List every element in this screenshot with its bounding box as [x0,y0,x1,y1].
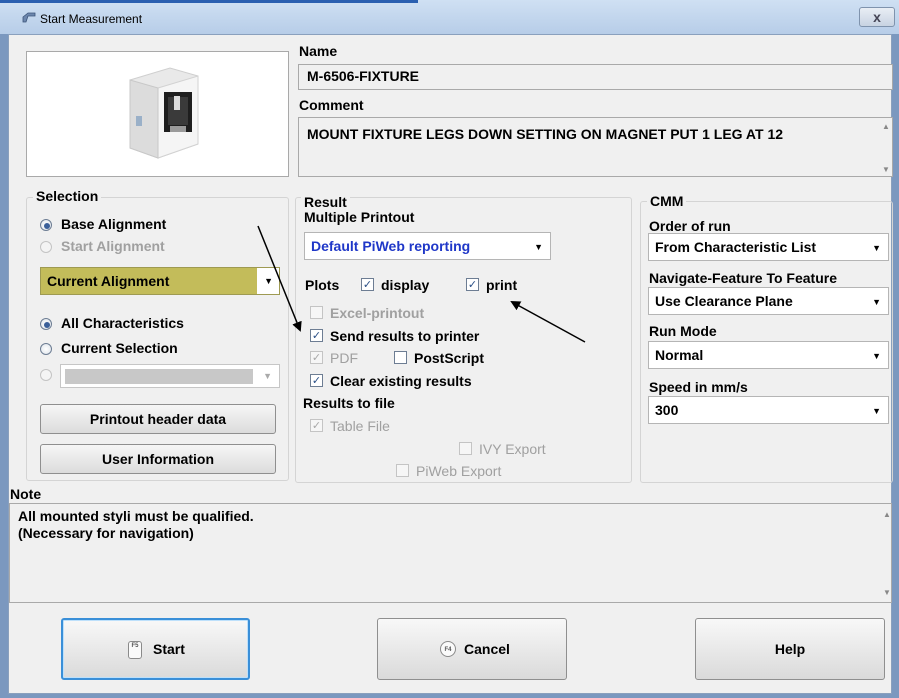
run-mode-value: Normal [655,347,704,363]
chevron-down-icon: ▼ [872,297,881,307]
cmm-title: CMM [647,193,687,209]
clear-results-label[interactable]: Clear existing results [330,373,472,389]
chevron-down-icon: ▼ [263,371,272,381]
ivy-export-checkbox[interactable] [459,442,472,455]
chevron-down-icon: ▼ [872,406,881,416]
chevron-down-icon: ▼ [872,243,881,253]
navigate-feature-value: Use Clearance Plane [655,293,793,309]
comment-text: MOUNT FIXTURE LEGS DOWN SETTING ON MAGNE… [307,126,784,142]
alignment-combo[interactable]: Current Alignment [40,267,280,295]
alignment-value: Current Alignment [47,273,170,289]
send-to-printer-checkbox[interactable]: ✓ [310,329,323,342]
order-of-run-value: From Characteristic List [655,239,817,255]
chevron-down-icon: ▼ [872,351,881,361]
cancel-label: Cancel [464,641,510,657]
send-to-printer-label[interactable]: Send results to printer [330,328,479,344]
run-mode-label: Run Mode [649,323,717,339]
note-field[interactable]: All mounted styli must be qualified. (Ne… [9,503,892,603]
multiple-printout-label: Multiple Printout [304,209,415,225]
comment-field[interactable]: MOUNT FIXTURE LEGS DOWN SETTING ON MAGNE… [298,117,893,177]
table-file-label[interactable]: Table File [330,418,390,434]
speed-value: 300 [655,402,679,418]
piweb-export-checkbox[interactable] [396,464,409,477]
clear-results-checkbox[interactable]: ✓ [310,374,323,387]
navigate-feature-combo[interactable]: Use Clearance Plane ▼ [648,287,889,315]
comment-scroll-up-icon[interactable]: ▲ [882,122,890,131]
start-label: Start [153,641,185,657]
speed-combo[interactable]: 300 ▼ [648,396,889,424]
user-information-button[interactable]: User Information [40,444,276,474]
speed-label: Speed in mm/s [649,379,748,395]
title-accent-line [0,0,418,3]
cmm-machine-icon [129,67,199,159]
piweb-export-label[interactable]: PiWeb Export [416,463,501,479]
print-label[interactable]: print [486,277,517,293]
order-of-run-label: Order of run [649,218,731,234]
start-alignment-label[interactable]: Start Alignment [61,238,165,254]
excel-printout-checkbox[interactable] [310,306,323,319]
all-characteristics-radio[interactable] [40,318,52,330]
note-label: Note [10,486,42,502]
help-button[interactable]: Help [695,618,885,680]
close-button[interactable]: x [859,7,895,27]
start-key-icon: F5 [128,641,142,659]
note-line-1: All mounted styli must be qualified. [18,508,254,524]
current-selection-radio[interactable] [40,343,52,355]
run-mode-combo[interactable]: Normal ▼ [648,341,889,369]
order-of-run-combo[interactable]: From Characteristic List ▼ [648,233,889,261]
current-selection-label[interactable]: Current Selection [61,340,178,356]
name-label: Name [299,43,338,59]
printout-header-button[interactable]: Printout header data [40,404,276,434]
table-file-checkbox[interactable]: ✓ [310,419,323,432]
pdf-label[interactable]: PDF [330,350,358,366]
chevron-down-icon: ▼ [534,242,543,252]
base-alignment-radio[interactable] [40,219,52,231]
all-characteristics-label[interactable]: All Characteristics [61,315,184,331]
display-label[interactable]: display [381,277,429,293]
multiple-printout-value: Default PiWeb reporting [311,238,471,254]
display-checkbox[interactable]: ✓ [361,278,374,291]
postscript-checkbox[interactable] [394,351,407,364]
help-label: Help [774,641,806,657]
plots-label: Plots [305,277,340,293]
app-icon [22,12,36,23]
print-checkbox[interactable]: ✓ [466,278,479,291]
alignment-combo-button[interactable]: ▼ [257,268,279,294]
chevron-down-icon: ▼ [264,276,273,286]
note-scroll-down-icon[interactable]: ▼ [883,588,891,597]
window-title: Start Measurement [40,12,143,26]
selection-title: Selection [33,188,102,204]
comment-scroll-down-icon[interactable]: ▼ [882,165,890,174]
result-title: Result [301,194,350,210]
note-line-2: (Necessary for navigation) [18,525,194,541]
selection-set-combo[interactable]: ▼ [60,364,280,388]
selection-set-radio[interactable] [40,369,52,381]
ivy-export-label[interactable]: IVY Export [479,441,546,457]
selection-set-value [65,369,253,384]
pdf-checkbox[interactable]: ✓ [310,351,323,364]
excel-printout-label[interactable]: Excel-printout [330,305,424,321]
cancel-button[interactable]: F4 Cancel [377,618,567,680]
multiple-printout-combo[interactable]: Default PiWeb reporting ▼ [304,232,551,260]
close-icon: x [873,9,881,25]
base-alignment-label[interactable]: Base Alignment [61,216,166,232]
start-alignment-radio[interactable] [40,241,52,253]
comment-label: Comment [299,97,364,113]
navigate-feature-label: Navigate-Feature To Feature [649,270,838,286]
name-field[interactable]: M-6506-FIXTURE [298,64,893,90]
start-button[interactable]: F5 Start [61,618,250,680]
note-scroll-up-icon[interactable]: ▲ [883,510,891,519]
cancel-key-icon: F4 [440,641,456,657]
postscript-label[interactable]: PostScript [414,350,484,366]
results-to-file-label: Results to file [303,395,395,411]
